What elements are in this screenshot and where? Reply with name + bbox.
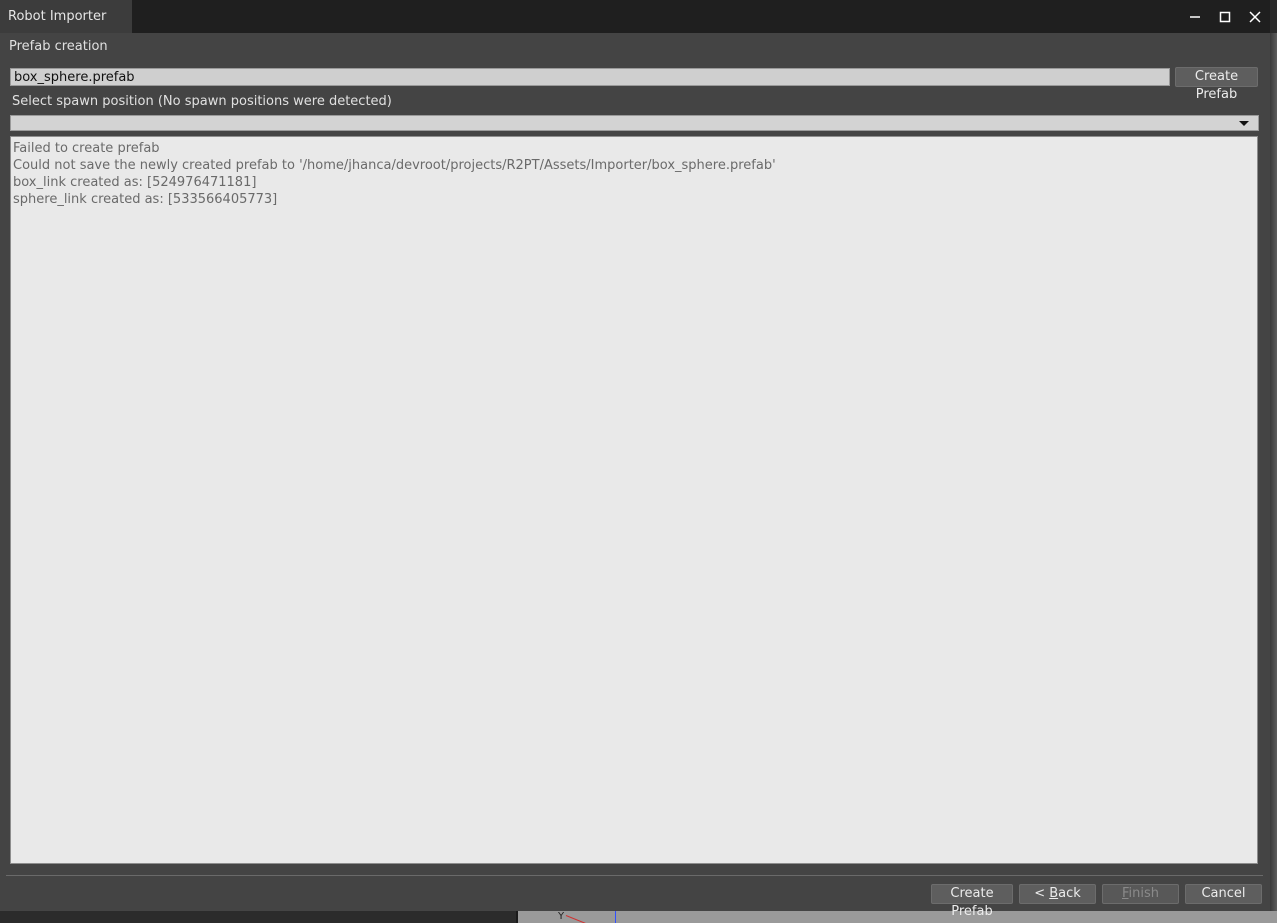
viewport-edge-bottom bbox=[516, 911, 1277, 923]
log-line: sphere_link created as: [533566405773] bbox=[13, 192, 278, 207]
log-line: Failed to create prefab bbox=[13, 141, 160, 156]
minimize-button[interactable] bbox=[1180, 0, 1210, 33]
close-icon bbox=[1249, 10, 1261, 23]
footer-create-prefab-button[interactable]: Create Prefab bbox=[931, 884, 1013, 919]
back-button[interactable]: < Back bbox=[1019, 884, 1096, 904]
window-title: Robot Importer bbox=[0, 0, 132, 33]
log-line: Could not save the newly created prefab … bbox=[13, 158, 776, 173]
log-output[interactable]: Failed to create prefab Could not save t… bbox=[10, 136, 1258, 864]
minimize-icon bbox=[1190, 15, 1200, 18]
maximize-icon bbox=[1219, 11, 1231, 22]
screen: Y Robot Importer Prefab creation Create … bbox=[0, 0, 1277, 923]
close-button[interactable] bbox=[1240, 0, 1270, 33]
back-prefix: < bbox=[1034, 886, 1050, 901]
maximize-button[interactable] bbox=[1210, 0, 1240, 33]
back-rest: ack bbox=[1058, 886, 1081, 901]
viewport-edge-right bbox=[1270, 33, 1277, 923]
log-line: box_link created as: [524976471181] bbox=[13, 175, 257, 190]
viewport-axis-z bbox=[615, 911, 616, 923]
back-mnemonic: B bbox=[1049, 886, 1059, 901]
finish-rest: inish bbox=[1128, 886, 1160, 901]
prefab-name-input[interactable] bbox=[10, 68, 1170, 86]
create-prefab-button[interactable]: Create Prefab bbox=[1175, 67, 1258, 102]
title-bar: Robot Importer bbox=[0, 0, 1270, 33]
cancel-button[interactable]: Cancel bbox=[1185, 884, 1262, 904]
footer-divider bbox=[6, 875, 1263, 876]
finish-button[interactable]: Finish bbox=[1102, 884, 1179, 904]
viewport-axis-label: Y bbox=[558, 911, 565, 922]
chevron-down-icon bbox=[1239, 121, 1249, 126]
spawn-position-label: Select spawn position (No spawn position… bbox=[12, 94, 392, 109]
page-title: Prefab creation bbox=[9, 39, 108, 54]
spawn-position-select[interactable] bbox=[10, 115, 1259, 131]
dialog-body: Prefab creation Create Prefab Select spa… bbox=[0, 33, 1270, 919]
